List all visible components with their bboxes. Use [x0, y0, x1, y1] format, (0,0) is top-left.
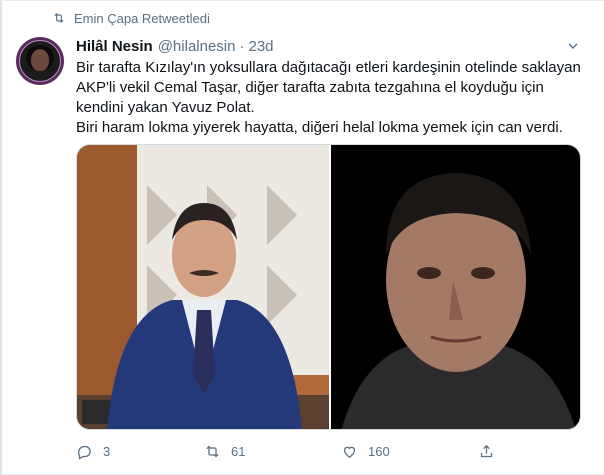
tweet-media[interactable] [76, 144, 581, 430]
separator-dot: · [239, 38, 245, 55]
share-button[interactable] [478, 443, 495, 460]
avatar[interactable] [16, 37, 64, 85]
retweet-icon [54, 13, 64, 23]
tweet-header: Hilâl Nesin @hilalnesin · 23d [76, 38, 274, 55]
tweet-text-line: Biri haram lokma yiyerek hayatta, diğeri… [76, 119, 563, 136]
retweeted-by-label[interactable]: Emin Çapa Retweetledi [74, 11, 210, 26]
tweet-actions: 3 61 160 [76, 443, 596, 463]
reply-count: 3 [103, 444, 111, 459]
tweet-text-line: AKP'li vekil Cemal Taşar, diğer tarafta … [76, 79, 544, 96]
retweet-button[interactable]: 61 [204, 443, 245, 460]
tweet-text-line: kendini yakan Yavuz Polat. [76, 99, 255, 116]
avatar-face [31, 49, 49, 71]
retweet-icon [206, 445, 219, 458]
like-button[interactable]: 160 [341, 443, 390, 460]
author-handle[interactable]: @hilalnesin [158, 38, 236, 55]
retweeted-by-text: Emin Çapa Retweetledi [74, 11, 210, 26]
photo-yavuz-polat[interactable] [331, 145, 581, 430]
reply-icon [78, 445, 91, 460]
reply-button[interactable]: 3 [76, 443, 110, 460]
author-name[interactable]: Hilâl Nesin [76, 38, 153, 55]
tweet-time[interactable]: 23d [248, 38, 273, 55]
chevron-down-icon[interactable] [565, 38, 581, 54]
heart-icon [343, 446, 356, 458]
tweet-text: Bir tarafta Kızılay'ın yoksullara dağıta… [76, 58, 596, 138]
tweet-text-line: Bir tarafta Kızılay'ın yoksullara dağıta… [76, 59, 581, 76]
photo-politician[interactable] [77, 145, 329, 430]
like-count: 160 [368, 444, 390, 459]
share-icon [480, 444, 493, 458]
retweet-count: 61 [231, 444, 246, 459]
